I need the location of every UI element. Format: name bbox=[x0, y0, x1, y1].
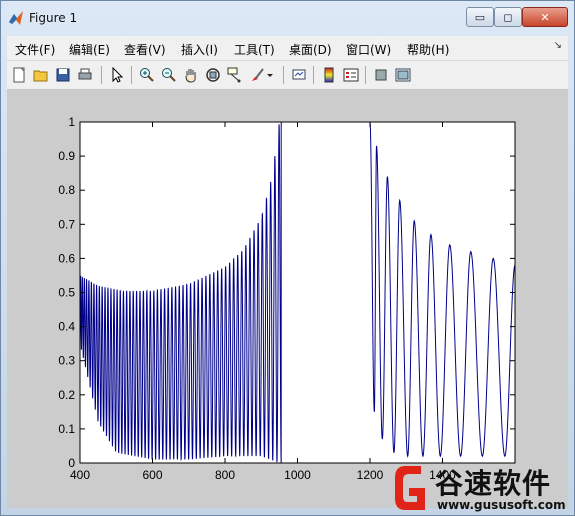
x-tick-label: 1000 bbox=[284, 468, 311, 482]
maximize-button[interactable]: ◻ bbox=[494, 7, 522, 27]
menu-bar: 文件(F) 编辑(E) 查看(V) 插入(I) 工具(T) 桌面(D) 窗口(W… bbox=[7, 36, 568, 61]
menu-file[interactable]: 文件(F) bbox=[15, 41, 55, 58]
zoom-in-icon[interactable] bbox=[138, 66, 156, 84]
close-button[interactable]: ✕ bbox=[522, 7, 568, 27]
watermark-url: www.gususoft.com bbox=[437, 498, 566, 512]
dock-arrow-icon[interactable]: ↘ bbox=[554, 40, 562, 51]
watermark-logo-icon bbox=[395, 466, 425, 510]
link-plot-icon[interactable] bbox=[290, 66, 308, 84]
y-tick-label: 0 bbox=[68, 456, 75, 470]
figure-window: Figure 1 ▭ ◻ ✕ 文件(F) 编辑(E) 查看(V) 插入(I) 工… bbox=[0, 0, 575, 516]
menu-desktop[interactable]: 桌面(D) bbox=[289, 41, 332, 58]
y-tick-label: 0.3 bbox=[58, 354, 75, 368]
save-icon[interactable] bbox=[54, 66, 72, 84]
watermark: 谷速软件 www.gususoft.com bbox=[391, 460, 575, 516]
menu-tools[interactable]: 工具(T) bbox=[234, 41, 275, 58]
y-tick-label: 0.9 bbox=[58, 149, 75, 163]
toolbar-separator bbox=[365, 66, 366, 84]
matlab-logo-icon bbox=[9, 11, 23, 25]
x-tick-label: 800 bbox=[215, 468, 235, 482]
figure-canvas[interactable]: 400 600 800 1000 1200 1400 0 0.1 0.2 0.3 0.4 0.5 0.6… bbox=[7, 90, 568, 508]
hide-plot-tools-icon[interactable] bbox=[372, 66, 390, 84]
y-tick-label: 0.7 bbox=[58, 217, 75, 231]
y-tick-label: 0.8 bbox=[58, 183, 75, 197]
open-file-icon[interactable] bbox=[32, 66, 50, 84]
new-figure-icon[interactable] bbox=[10, 66, 28, 84]
toolbar-separator bbox=[313, 66, 314, 84]
maximize-icon: ◻ bbox=[503, 10, 513, 24]
x-tick-label: 600 bbox=[142, 468, 162, 482]
y-tick-label: 0.1 bbox=[58, 422, 75, 436]
show-plot-tools-icon[interactable] bbox=[394, 66, 412, 84]
data-cursor-icon[interactable] bbox=[226, 66, 244, 84]
colorbar-icon[interactable] bbox=[320, 66, 338, 84]
y-tick-label: 1 bbox=[68, 115, 75, 129]
pan-hand-icon[interactable] bbox=[182, 66, 200, 84]
menu-insert[interactable]: 插入(I) bbox=[181, 41, 218, 58]
x-tick-label: 1200 bbox=[357, 468, 384, 482]
brush-dropdown-icon[interactable] bbox=[265, 66, 275, 84]
y-tick-label: 0.6 bbox=[58, 251, 75, 265]
legend-icon[interactable] bbox=[342, 66, 360, 84]
minimize-button[interactable]: ▭ bbox=[466, 7, 494, 27]
y-tick-label: 0.2 bbox=[58, 388, 75, 402]
y-tick-label: 0.5 bbox=[58, 286, 75, 300]
menu-edit[interactable]: 编辑(E) bbox=[69, 41, 110, 58]
minimize-icon: ▭ bbox=[474, 10, 486, 24]
menu-help[interactable]: 帮助(H) bbox=[407, 41, 449, 58]
window-title: Figure 1 bbox=[29, 11, 78, 25]
toolbar-separator bbox=[131, 66, 132, 84]
plot-svg: 400 600 800 1000 1200 140000.10.20.30.40.50.6… bbox=[58, 115, 516, 482]
title-bar[interactable]: Figure 1 ▭ ◻ ✕ bbox=[1, 1, 574, 35]
watermark-brand: 谷速软件 bbox=[435, 467, 552, 500]
figure-toolbar bbox=[7, 61, 568, 90]
y-tick-label: 0.4 bbox=[58, 320, 75, 334]
print-icon[interactable] bbox=[76, 66, 94, 84]
zoom-out-icon[interactable] bbox=[160, 66, 178, 84]
menu-window[interactable]: 窗口(W) bbox=[346, 41, 391, 58]
toolbar-separator bbox=[283, 66, 284, 84]
brush-icon[interactable] bbox=[248, 66, 266, 84]
close-icon: ✕ bbox=[540, 10, 550, 24]
toolbar-separator bbox=[101, 66, 102, 84]
edit-plot-arrow-icon[interactable] bbox=[108, 66, 126, 84]
rotate-3d-icon[interactable] bbox=[204, 66, 222, 84]
menu-view[interactable]: 查看(V) bbox=[124, 41, 166, 58]
x-tick-label: 400 bbox=[70, 468, 90, 482]
